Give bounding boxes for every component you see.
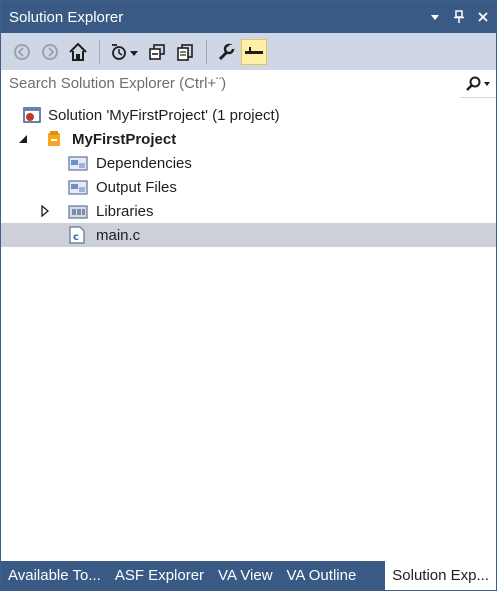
title-bar: Solution Explorer <box>1 1 496 33</box>
dropdown-icon[interactable] <box>424 6 446 28</box>
pending-changes-filter-icon[interactable] <box>106 39 142 65</box>
solution-icon <box>23 106 41 124</box>
properties-icon[interactable] <box>213 39 239 65</box>
toolbar <box>1 33 496 70</box>
tree-item-label: Dependencies <box>96 154 192 172</box>
folder-icon <box>68 154 88 172</box>
collapse-all-icon[interactable] <box>144 39 170 65</box>
window-title: Solution Explorer <box>9 8 124 26</box>
tree-item-label: Output Files <box>96 178 177 196</box>
solution-label: Solution 'MyFirstProject' (1 project) <box>48 106 280 124</box>
project-label: MyFirstProject <box>72 130 177 148</box>
toolbar-separator <box>206 39 207 64</box>
show-all-files-icon[interactable] <box>172 39 198 65</box>
tree-node-output-files[interactable]: Output Files <box>1 175 496 199</box>
tab-solution-explorer[interactable]: Solution Exp... <box>385 561 496 590</box>
tab-available-tools[interactable]: Available To... <box>1 561 108 590</box>
tree-node-main-c[interactable]: c main.c <box>1 223 496 247</box>
solution-tree: Solution 'MyFirstProject' (1 project) My… <box>1 99 496 561</box>
folder-icon <box>68 178 88 196</box>
close-icon[interactable] <box>472 6 494 28</box>
home-icon[interactable] <box>65 39 91 65</box>
tree-item-label: main.c <box>96 226 141 244</box>
forward-icon[interactable] <box>37 39 63 65</box>
tree-node-dependencies[interactable]: Dependencies <box>1 151 496 175</box>
preview-selected-items-icon[interactable] <box>241 38 267 65</box>
collapsed-arrow-icon[interactable] <box>39 205 51 217</box>
tab-asf-explorer[interactable]: ASF Explorer <box>108 561 211 590</box>
tree-item-label: Libraries <box>96 202 154 220</box>
search-bar <box>1 69 496 98</box>
tree-node-project[interactable]: MyFirstProject <box>1 127 496 151</box>
tree-node-libraries[interactable]: Libraries <box>1 199 496 223</box>
solution-explorer-window: Solution Explorer Search Solution Explor… <box>0 0 497 591</box>
search-input[interactable] <box>1 69 460 98</box>
tab-va-outline[interactable]: VA Outline <box>280 561 364 590</box>
back-icon[interactable] <box>9 39 35 65</box>
project-icon <box>45 130 63 148</box>
library-folder-icon <box>68 202 88 220</box>
c-file-icon: c <box>69 226 87 244</box>
toolbar-separator <box>99 39 100 64</box>
expanded-arrow-icon[interactable] <box>17 133 29 145</box>
svg-text:c: c <box>73 232 79 243</box>
tool-window-tabs: Available To... ASF Explorer VA View VA … <box>1 561 496 590</box>
search-icon[interactable] <box>460 71 496 97</box>
tab-va-view[interactable]: VA View <box>211 561 279 590</box>
pin-icon[interactable] <box>448 6 470 28</box>
tree-node-solution[interactable]: Solution 'MyFirstProject' (1 project) <box>1 103 496 127</box>
